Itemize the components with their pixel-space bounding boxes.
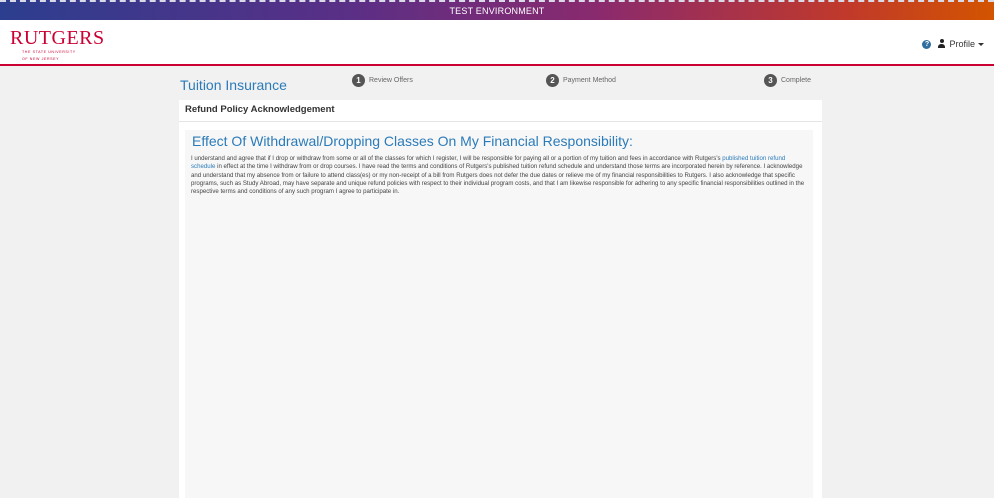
logo-tagline-line2: OF NEW JERSEY (22, 56, 60, 61)
logo-tagline-line1: THE STATE UNIVERSITY (22, 50, 76, 54)
profile-label: Profile (949, 39, 975, 49)
card-divider (179, 121, 822, 122)
policy-text: I understand and agree that if I drop or… (191, 155, 809, 196)
page-title: Tuition Insurance (180, 77, 287, 93)
step-complete: 3 Complete (764, 74, 811, 87)
step-label: Payment Method (563, 77, 616, 84)
logo-wordmark: RUTGERS (10, 27, 105, 49)
card-heading: Refund Policy Acknowledgement (185, 104, 335, 115)
step-label: Complete (781, 77, 811, 84)
test-environment-banner: TEST ENVIRONMENT (0, 0, 994, 20)
question-circle-icon[interactable]: ? (922, 39, 932, 49)
profile-area: ? Profile (922, 37, 984, 51)
policy-text-end: in effect at the time I withdraw from or… (191, 163, 805, 196)
rutgers-logo[interactable]: RUTGERS THE STATE UNIVERSITY OF NEW JERS… (10, 28, 120, 62)
policy-scroll-panel[interactable]: Effect Of Withdrawal/Dropping Classes On… (185, 130, 813, 498)
step-label: Review Offers (369, 77, 413, 84)
refund-policy-card: Refund Policy Acknowledgement Effect Of … (179, 100, 822, 498)
policy-text-start: I understand and agree that if I drop or… (191, 155, 723, 162)
caret-down-icon (978, 42, 984, 46)
step-payment-method: 2 Payment Method (546, 74, 616, 87)
step-number: 1 (352, 74, 365, 87)
site-header: RUTGERS THE STATE UNIVERSITY OF NEW JERS… (0, 20, 994, 66)
policy-title: Effect Of Withdrawal/Dropping Classes On… (192, 133, 633, 149)
step-review-offers: 1 Review Offers (352, 74, 413, 87)
step-number: 2 (546, 74, 559, 87)
user-icon (937, 39, 946, 49)
step-number: 3 (764, 74, 777, 87)
profile-dropdown-button[interactable]: Profile (937, 39, 984, 49)
